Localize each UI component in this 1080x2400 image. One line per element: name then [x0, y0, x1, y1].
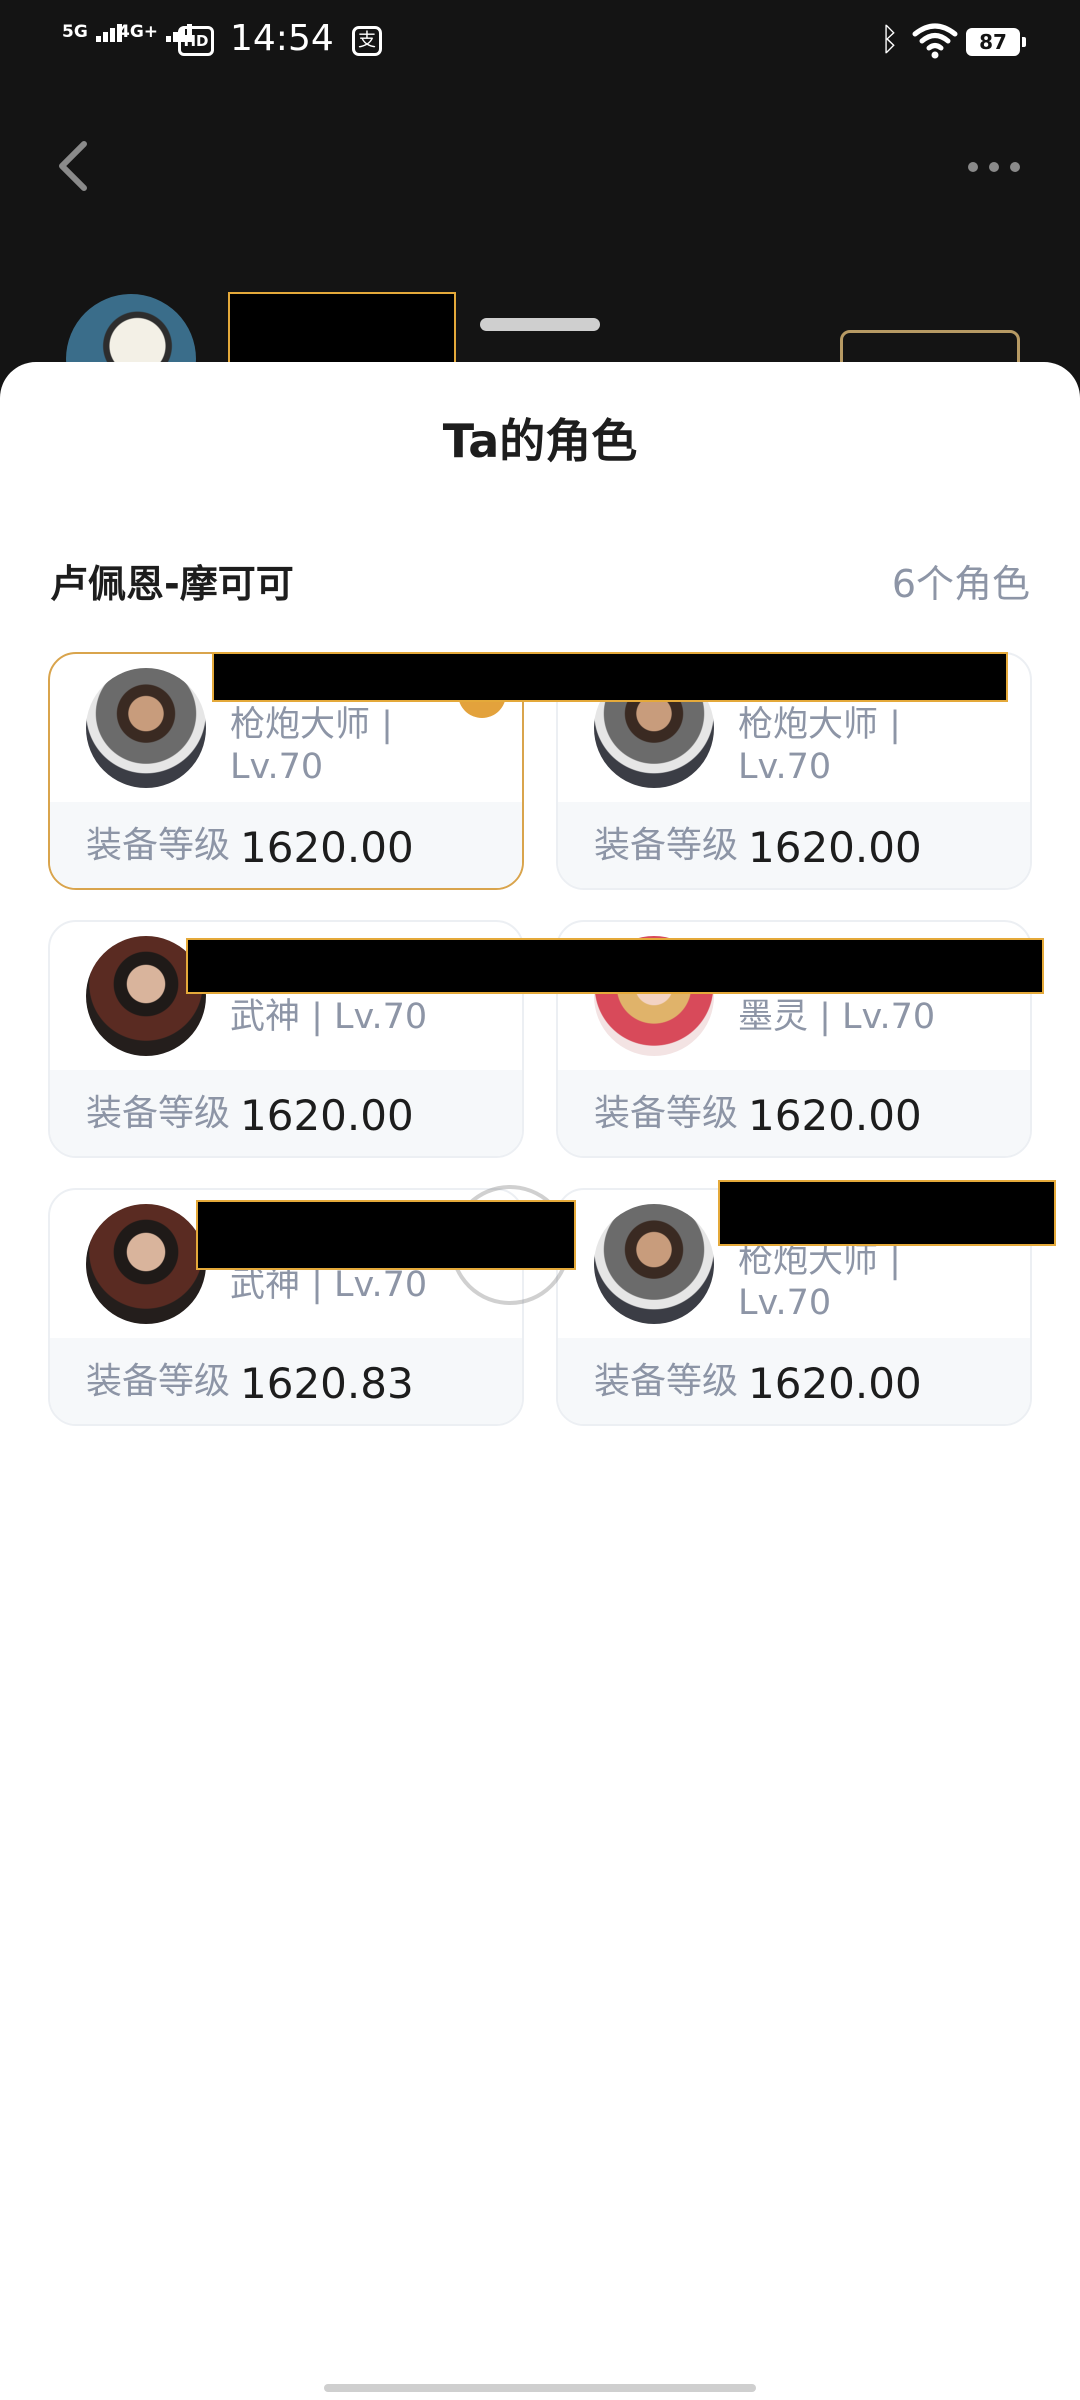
equip-row: 装备等级 1620.83 [50, 1338, 522, 1424]
equip-level-label: 装备等级 [86, 1361, 231, 1402]
character-class-level: 枪炮大师 | Lv.70 [738, 1241, 901, 1323]
more-button[interactable] [966, 150, 1022, 184]
battery-indicator: 87 [966, 28, 1026, 56]
equip-row: 装备等级 1620.00 [558, 1338, 1030, 1424]
back-button[interactable] [52, 138, 92, 194]
redacted-character-name [196, 1200, 576, 1270]
wifi-icon [912, 23, 958, 59]
redacted-character-name [212, 652, 1008, 702]
signal-5g-label: 5G [62, 22, 88, 42]
equip-row: 装备等级 1620.00 [50, 802, 522, 888]
status-time: 14:54 [230, 18, 334, 59]
equip-level-value: 1620.00 [748, 823, 922, 872]
character-class-level: 武神 | Lv.70 [230, 1265, 428, 1305]
home-indicator[interactable] [324, 2384, 756, 2392]
redacted-character-name [186, 938, 1044, 994]
bluetooth-icon: ᛒ [880, 20, 900, 58]
equip-level-value: 1620.00 [240, 823, 414, 872]
redacted-character-name [718, 1180, 1056, 1246]
equip-level-value: 1620.00 [748, 1359, 922, 1408]
sheet-title: Ta的角色 [442, 414, 638, 468]
hd-voice-icon: HD [178, 26, 214, 56]
character-class-level: 枪炮大师 | Lv.70 [738, 705, 901, 787]
equip-row: 装备等级 1620.00 [558, 802, 1030, 888]
character-avatar [86, 668, 206, 788]
equip-level-value: 1620.00 [748, 1091, 922, 1140]
status-bar: 5G 4G+ HD 14:54 支 ᛒ 87 [0, 0, 1080, 84]
equip-row: 装备等级 1620.00 [558, 1070, 1030, 1156]
character-class-level: 墨灵 | Lv.70 [738, 997, 936, 1037]
signal-4g-label: 4G+ [118, 22, 159, 42]
character-avatar [594, 1204, 714, 1324]
pay-icon: 支 [352, 26, 382, 56]
equip-level-label: 装备等级 [594, 825, 739, 866]
equip-row: 装备等级 1620.00 [50, 1070, 522, 1156]
character-count: 6个角色 [891, 562, 1030, 606]
equip-level-value: 1620.00 [240, 1091, 414, 1140]
equip-level-label: 装备等级 [86, 825, 231, 866]
character-class-level: 枪炮大师 | Lv.70 [230, 705, 393, 787]
signal-5g-indicator: 5G [62, 22, 124, 42]
equip-level-label: 装备等级 [594, 1093, 739, 1134]
chevron-left-icon [59, 141, 87, 191]
sheet-drag-handle[interactable] [480, 318, 600, 331]
equip-level-label: 装备等级 [86, 1093, 231, 1134]
character-avatar [86, 1204, 206, 1324]
equip-level-label: 装备等级 [594, 1361, 739, 1402]
character-class-level: 武神 | Lv.70 [230, 997, 428, 1037]
equip-level-value: 1620.83 [240, 1359, 414, 1408]
server-name: 卢佩恩-摩可可 [50, 562, 294, 606]
